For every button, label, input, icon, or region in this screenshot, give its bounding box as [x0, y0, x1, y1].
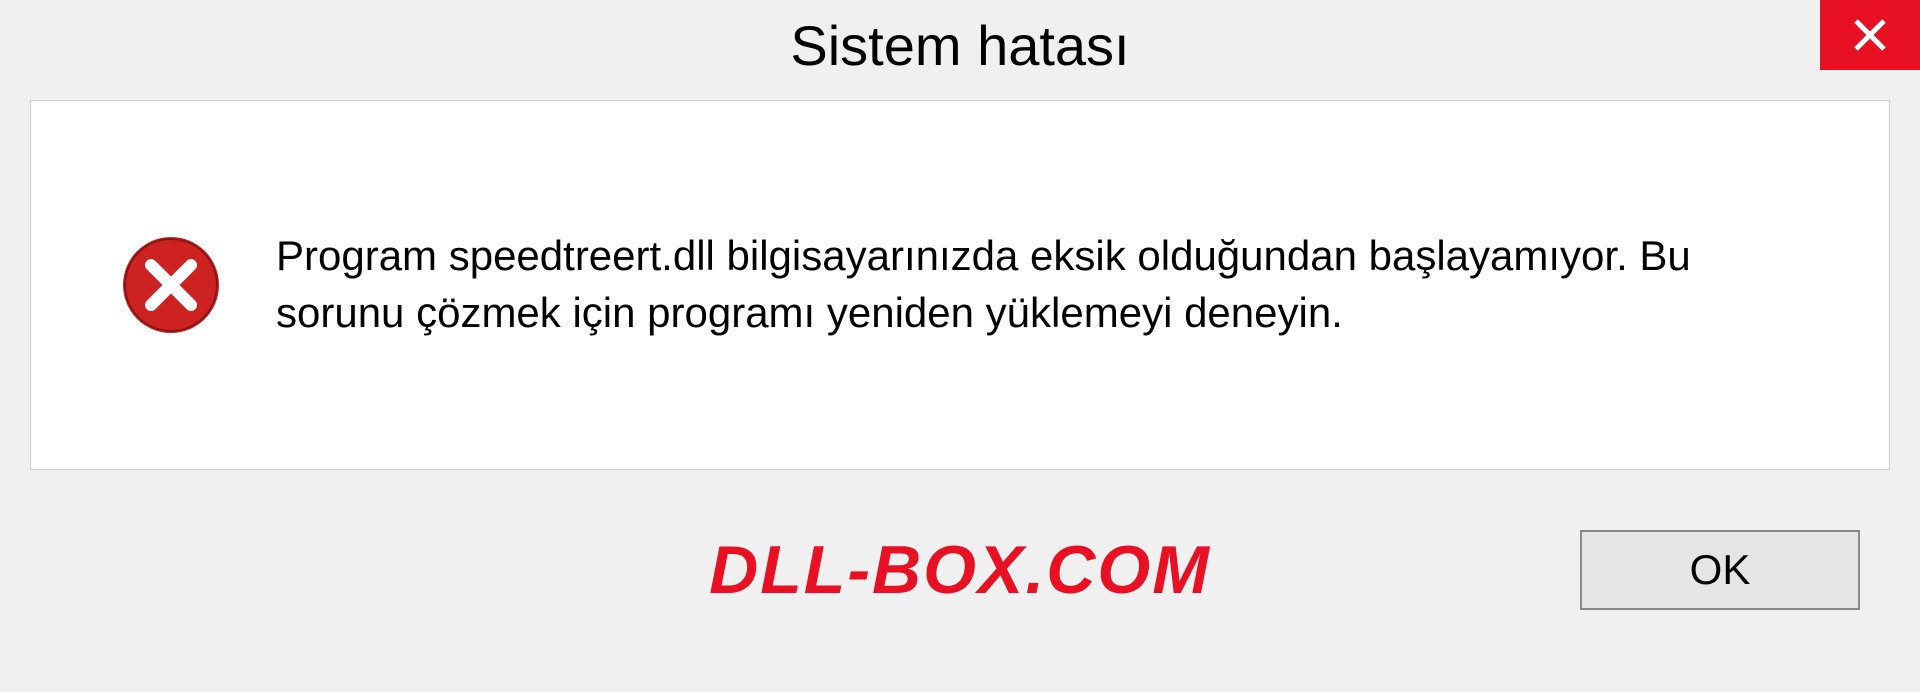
- ok-button[interactable]: OK: [1580, 530, 1860, 610]
- dialog-title: Sistem hatası: [790, 13, 1129, 78]
- dialog-content: Program speedtreert.dll bilgisayarınızda…: [30, 100, 1890, 470]
- error-icon-container: [121, 235, 221, 335]
- watermark-text: DLL-BOX.COM: [709, 531, 1211, 609]
- error-message: Program speedtreert.dll bilgisayarınızda…: [276, 228, 1819, 341]
- close-button[interactable]: [1820, 0, 1920, 70]
- title-bar: Sistem hatası: [0, 0, 1920, 90]
- close-icon: [1850, 15, 1890, 55]
- error-icon: [121, 235, 221, 335]
- dialog-footer: DLL-BOX.COM OK: [0, 470, 1920, 670]
